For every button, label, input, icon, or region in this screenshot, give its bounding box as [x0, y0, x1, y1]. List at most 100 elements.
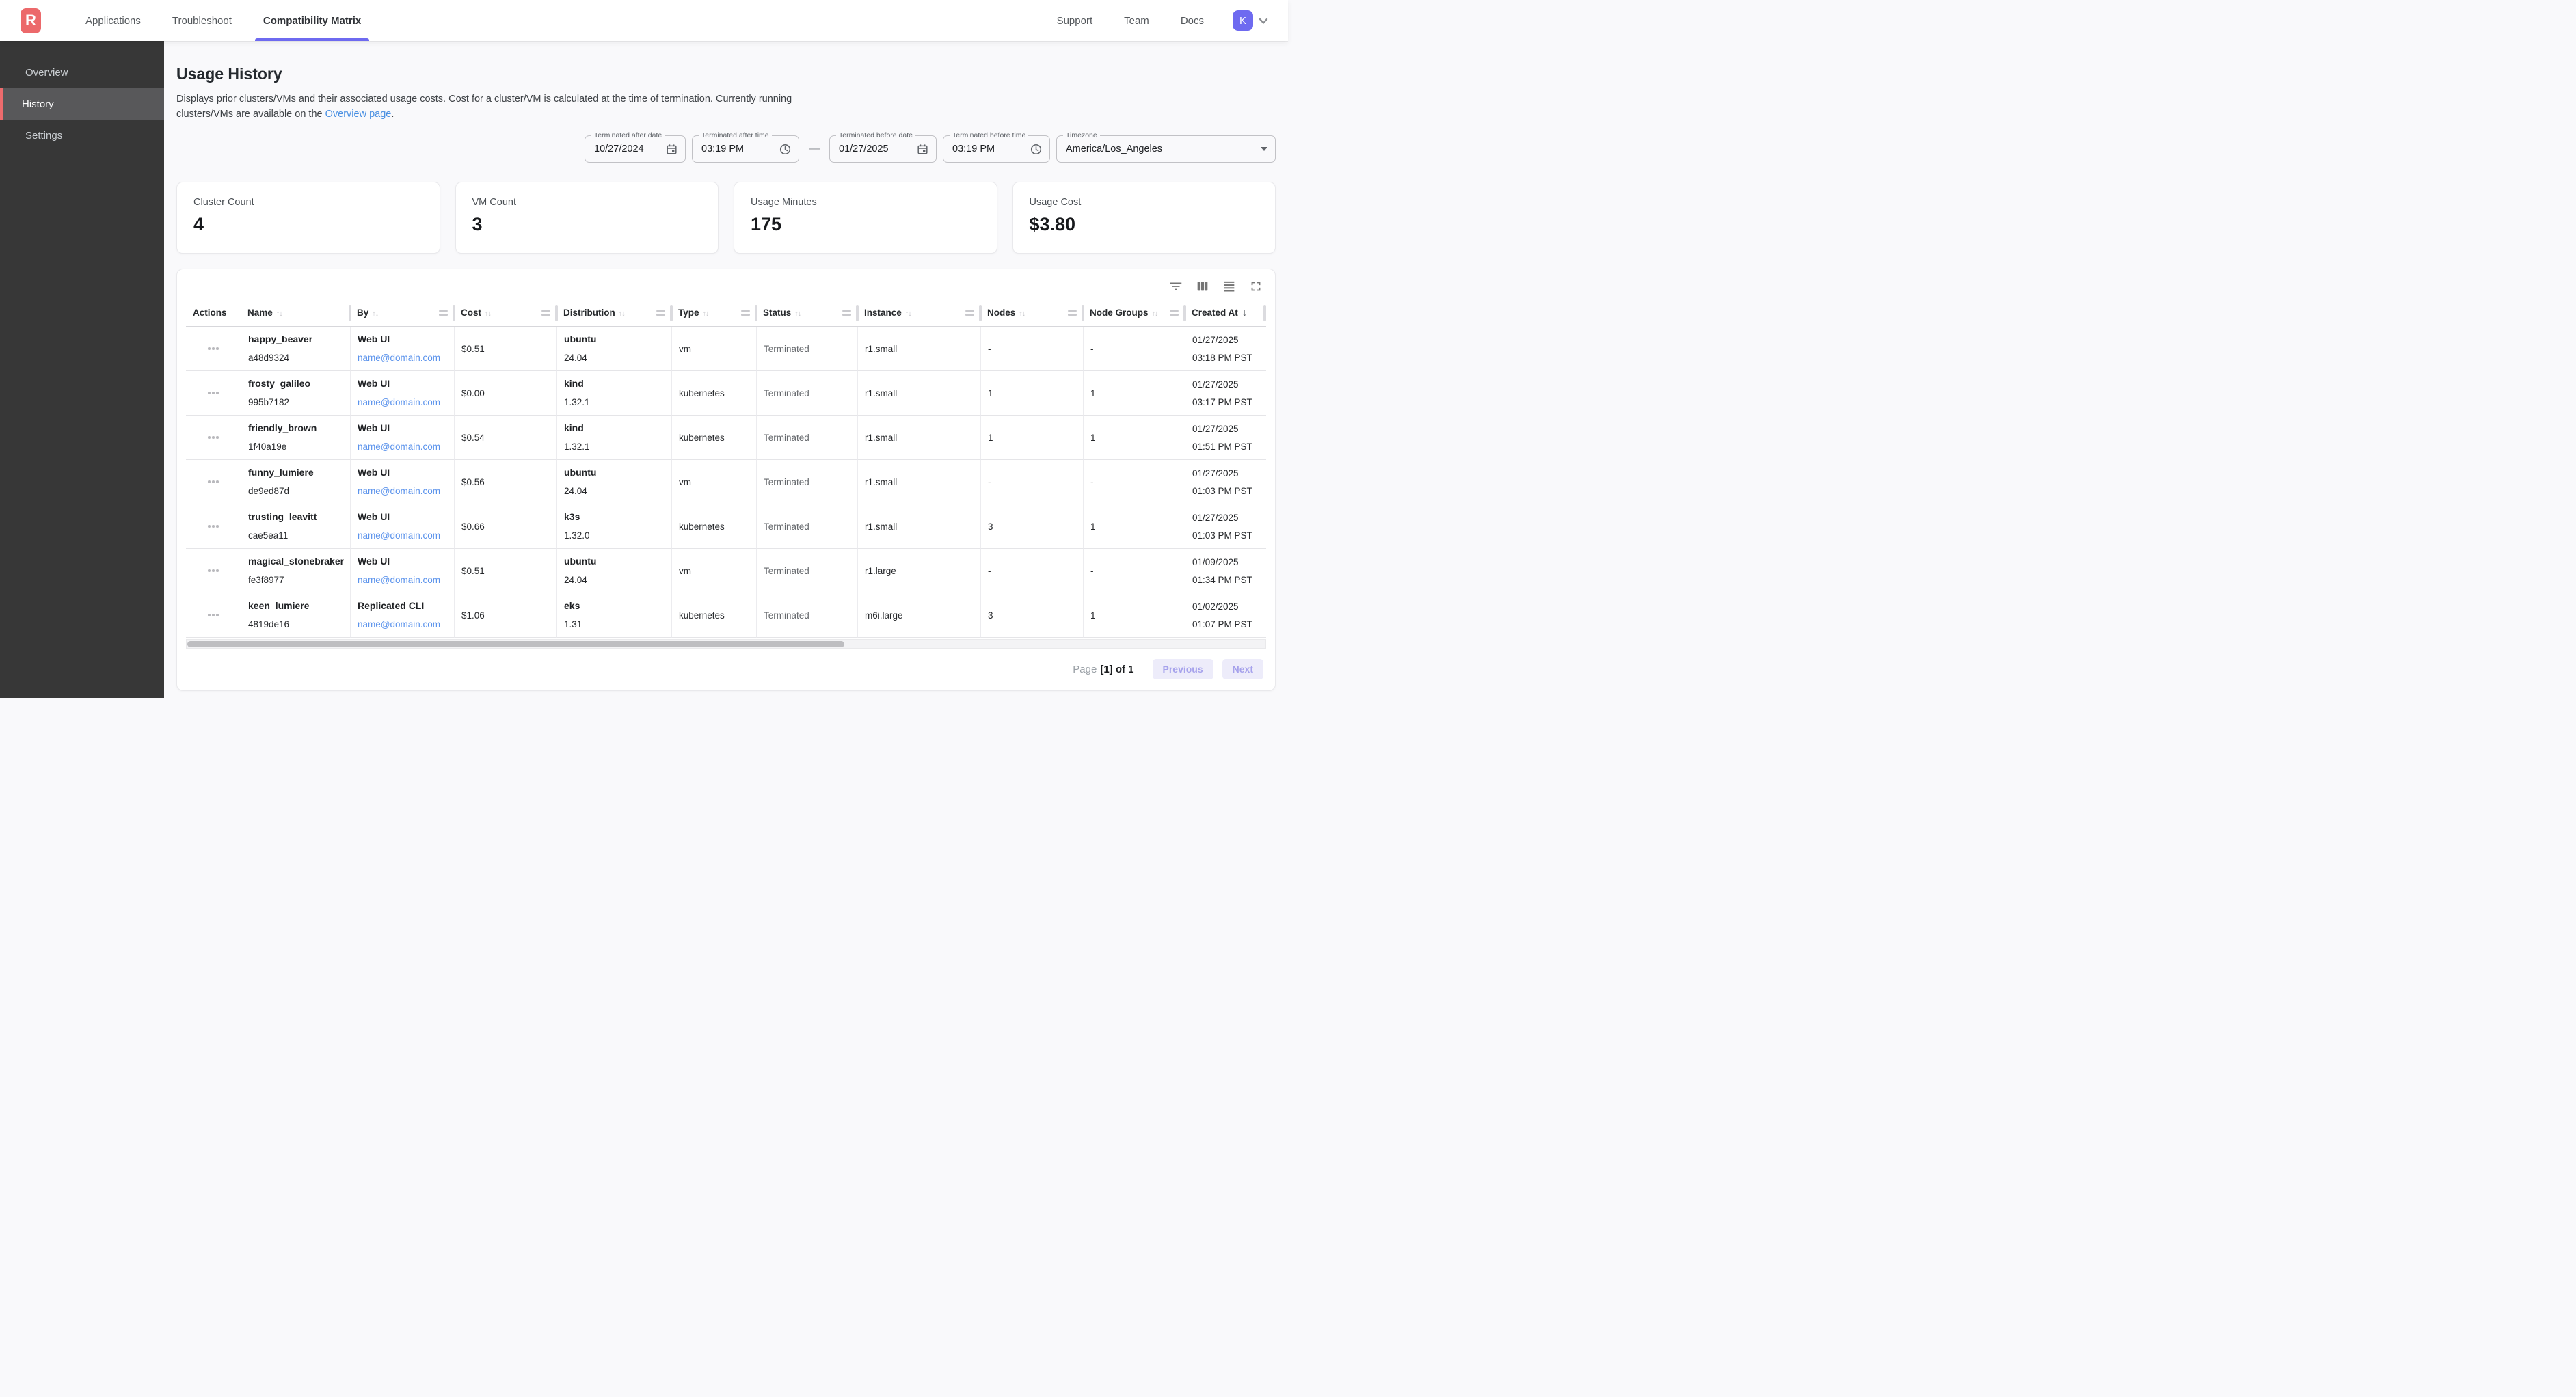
column-menu-icon[interactable]	[842, 310, 851, 316]
stat-label: Cluster Count	[193, 197, 423, 208]
column-header-status[interactable]: Status↑↓	[756, 299, 857, 327]
column-menu-icon[interactable]	[656, 310, 665, 316]
row-actions-button[interactable]	[193, 599, 234, 631]
email-link[interactable]: name@domain.com	[358, 530, 447, 542]
nav-link-support[interactable]: Support	[1057, 15, 1093, 27]
sort-icon[interactable]: ↑↓	[485, 310, 491, 318]
column-menu-icon[interactable]	[965, 310, 974, 316]
distribution-cell: k3s1.32.0	[556, 504, 671, 549]
distribution-cell: kind1.32.1	[556, 371, 671, 416]
timezone-select[interactable]: Timezone America/Los_Angeles	[1056, 135, 1276, 163]
sort-icon[interactable]: ↑↓	[372, 310, 378, 318]
terminated-before-time-input[interactable]: Terminated before time 03:19 PM	[943, 135, 1050, 163]
replicated-logo[interactable]: R	[21, 8, 41, 33]
usage-history-table: Actions Name↑↓ By↑↓ Cost↑↓ Distribution↑…	[186, 299, 1266, 638]
tab-troubleshoot[interactable]: Troubleshoot	[157, 0, 247, 41]
tab-applications[interactable]: Applications	[70, 0, 157, 41]
column-header-type[interactable]: Type↑↓	[671, 299, 756, 327]
created-at-cell: 01/27/202503:18 PM PST	[1185, 327, 1266, 371]
column-header-instance[interactable]: Instance↑↓	[857, 299, 980, 327]
node-groups-cell: 1	[1083, 504, 1185, 549]
dropdown-caret-icon[interactable]	[1261, 147, 1267, 151]
column-header-nodes[interactable]: Nodes↑↓	[980, 299, 1083, 327]
overview-page-link[interactable]: Overview page	[325, 109, 392, 120]
filter-value: 03:19 PM	[952, 144, 1023, 154]
status-cell: Terminated	[756, 549, 857, 593]
column-header-name[interactable]: Name↑↓	[241, 299, 350, 327]
column-menu-icon[interactable]	[541, 310, 550, 316]
email-link[interactable]: name@domain.com	[358, 352, 447, 364]
calendar-icon[interactable]	[917, 144, 928, 155]
sidebar-item-settings[interactable]: Settings	[0, 120, 164, 151]
fullscreen-icon[interactable]	[1248, 279, 1263, 294]
calendar-icon[interactable]	[666, 144, 677, 155]
nav-link-team[interactable]: Team	[1124, 15, 1149, 27]
sidebar-item-overview[interactable]: Overview	[0, 57, 164, 88]
row-actions-button[interactable]	[193, 377, 234, 409]
cost-cell: $0.00	[454, 371, 556, 416]
filter-value: 03:19 PM	[701, 144, 773, 154]
sort-icon[interactable]: ↑↓	[1019, 310, 1025, 318]
next-page-button[interactable]: Next	[1222, 659, 1263, 679]
clock-icon[interactable]	[1030, 144, 1042, 155]
scrollbar-thumb[interactable]	[187, 641, 844, 647]
column-menu-icon[interactable]	[1170, 310, 1179, 316]
top-navigation-bar: R Applications Troubleshoot Compatibilit…	[0, 0, 1288, 41]
pagination: Page [1] of 1 Previous Next	[186, 649, 1266, 681]
stat-card-usage-minutes: Usage Minutes 175	[734, 182, 997, 254]
column-menu-icon[interactable]	[741, 310, 750, 316]
type-cell: kubernetes	[671, 416, 756, 460]
sort-icon[interactable]: ↑↓	[905, 310, 911, 318]
horizontal-scrollbar[interactable]	[186, 639, 1266, 649]
terminated-after-date-input[interactable]: Terminated after date 10/27/2024	[585, 135, 686, 163]
column-menu-icon[interactable]	[439, 310, 448, 316]
sidebar-item-history[interactable]: History	[0, 88, 164, 120]
column-header-by[interactable]: By↑↓	[350, 299, 454, 327]
clock-icon[interactable]	[779, 144, 791, 155]
cost-cell: $0.51	[454, 327, 556, 371]
sort-icon[interactable]: ↑↓	[276, 310, 282, 318]
row-actions-button[interactable]	[193, 333, 234, 364]
email-link[interactable]: name@domain.com	[358, 619, 447, 631]
actions-cell	[186, 460, 241, 504]
tab-compatibility-matrix[interactable]: Compatibility Matrix	[247, 0, 377, 41]
sort-icon[interactable]: ↑↓	[1152, 310, 1158, 318]
terminated-before-date-input[interactable]: Terminated before date 01/27/2025	[829, 135, 937, 163]
nav-link-docs[interactable]: Docs	[1181, 15, 1204, 27]
previous-page-button[interactable]: Previous	[1153, 659, 1213, 679]
show-columns-icon[interactable]	[1195, 279, 1210, 294]
status-cell: Terminated	[756, 460, 857, 504]
user-avatar[interactable]: K	[1233, 10, 1253, 31]
email-link[interactable]: name@domain.com	[358, 485, 447, 498]
stat-label: Usage Minutes	[751, 197, 980, 208]
node-groups-cell: -	[1083, 327, 1185, 371]
sort-icon[interactable]: ↑↓	[619, 310, 625, 318]
filter-icon[interactable]	[1168, 279, 1183, 294]
row-actions-button[interactable]	[193, 466, 234, 498]
email-link[interactable]: name@domain.com	[358, 574, 447, 586]
column-header-node-groups[interactable]: Node Groups↑↓	[1083, 299, 1185, 327]
column-header-created-at[interactable]: Created At↓	[1185, 299, 1266, 327]
row-actions-button[interactable]	[193, 511, 234, 542]
email-link[interactable]: name@domain.com	[358, 396, 447, 409]
column-header-cost[interactable]: Cost↑↓	[454, 299, 556, 327]
sort-icon[interactable]: ↑↓	[794, 310, 801, 318]
column-header-distribution[interactable]: Distribution↑↓	[556, 299, 671, 327]
terminated-after-time-input[interactable]: Terminated after time 03:19 PM	[692, 135, 799, 163]
user-menu[interactable]: K	[1233, 10, 1269, 31]
row-actions-button[interactable]	[193, 555, 234, 586]
nodes-cell: -	[980, 327, 1083, 371]
column-menu-icon[interactable]	[1068, 310, 1077, 316]
stat-label: VM Count	[472, 197, 702, 208]
row-actions-button[interactable]	[193, 422, 234, 453]
density-icon[interactable]	[1222, 279, 1237, 294]
actions-cell	[186, 327, 241, 371]
email-link[interactable]: name@domain.com	[358, 441, 447, 453]
nodes-cell: 3	[980, 504, 1083, 549]
name-cell: trusting_leavittcae5ea11	[241, 504, 350, 549]
filter-label: Terminated after time	[699, 131, 772, 139]
sort-icon[interactable]: ↑↓	[703, 310, 709, 318]
table-row: happy_beavera48d9324 Web UIname@domain.c…	[186, 327, 1266, 371]
cost-cell: $1.06	[454, 593, 556, 638]
sort-descending-icon[interactable]: ↓	[1242, 307, 1248, 318]
